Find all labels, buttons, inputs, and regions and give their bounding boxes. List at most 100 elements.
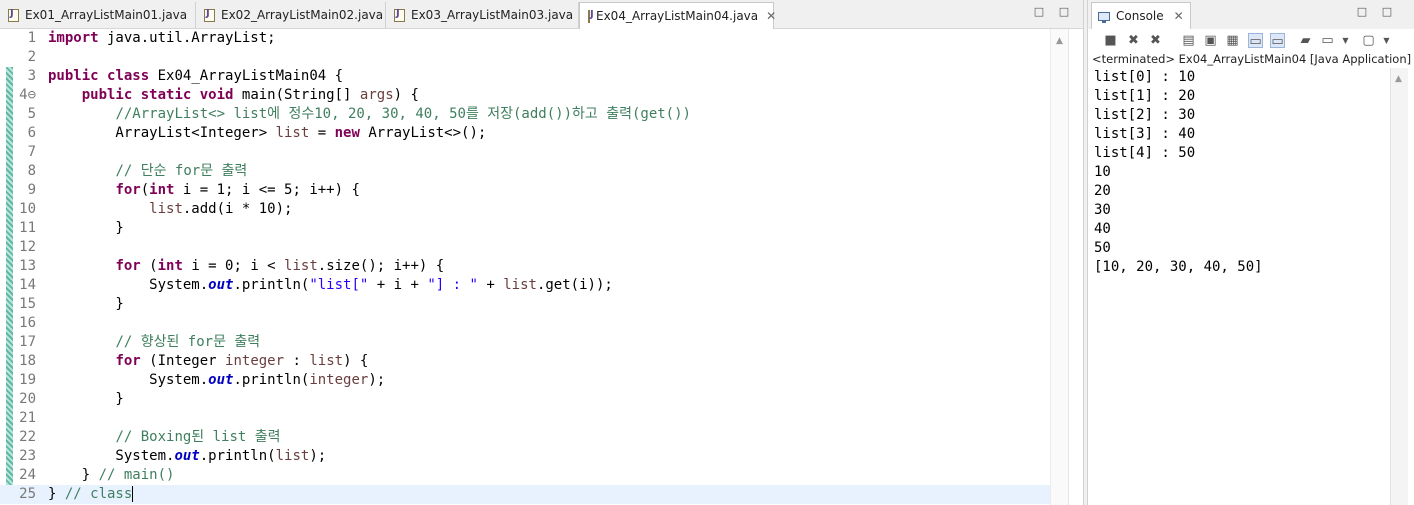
line-number: 2 [27, 49, 36, 65]
keyword: new [334, 125, 360, 141]
keyword: import [48, 30, 99, 46]
text-caret [132, 486, 134, 502]
code-text: (Integer [140, 353, 226, 369]
console-output[interactable]: list[0] : 10 list[1] : 20 list[2] : 30 l… [1094, 68, 1388, 277]
tab-label: Ex03_ArrayListMain03.java [411, 8, 574, 22]
output-line: 40 [1094, 221, 1111, 237]
display-console-icon[interactable]: ▭ [1320, 33, 1335, 48]
code-line: 21 [0, 409, 1050, 428]
line-number: 4⊖ [19, 87, 36, 103]
local-variable: list [503, 277, 537, 293]
keyword: public [48, 68, 99, 84]
open-console-icon[interactable]: ▢ [1361, 33, 1376, 48]
code-text: } [48, 467, 99, 483]
console-vertical-scrollbar[interactable]: ▲ [1390, 68, 1408, 505]
chevron-down-icon[interactable]: ▼ [1338, 33, 1353, 48]
scroll-lock-icon[interactable]: ▣ [1203, 33, 1218, 48]
keyword: int [149, 182, 175, 198]
maximize-icon[interactable]: □ [1058, 6, 1070, 18]
tab-ex04-active[interactable]: Ex04_ArrayListMain04.java ✕ [579, 2, 776, 29]
code-line: 11 } [0, 219, 1050, 238]
comment: // class [64, 486, 133, 502]
chevron-down-icon[interactable]: ▼ [1379, 33, 1394, 48]
console-icon [1098, 11, 1110, 23]
local-variable: list [275, 125, 310, 141]
code-line: 18 for (Integer integer : list) { [0, 352, 1050, 371]
tab-ex03[interactable]: Ex03_ArrayListMain03.java [386, 2, 579, 28]
code-text: System. [48, 372, 209, 388]
output-line: 50 [1094, 240, 1111, 256]
code-line: 24 } // main() [0, 466, 1050, 485]
code-area[interactable]: 1 import java.util.ArrayList; 2 3 public c… [0, 29, 1050, 504]
code-text: ) { [393, 87, 419, 103]
close-icon[interactable]: ✕ [766, 9, 776, 23]
tab-ex02[interactable]: Ex02_ArrayListMain02.java [196, 2, 386, 28]
code-text: java.util.ArrayList; [98, 30, 276, 46]
clear-console-icon[interactable]: ▤ [1181, 33, 1196, 48]
keyword: for [115, 258, 141, 274]
keyword: class [107, 68, 150, 84]
console-tab-bar: Console ✕ □ □ [1088, 0, 1414, 29]
code-text: System. [48, 277, 209, 293]
code-editor[interactable]: Ex01_ArrayListMain01.java Ex02_ArrayList… [0, 0, 1084, 505]
line-number: 14 [19, 277, 36, 293]
line-number: 25 [19, 486, 36, 502]
comment: // main() [98, 467, 175, 483]
code-text: .println( [233, 277, 310, 293]
console-tab-label: Console [1116, 9, 1164, 23]
tab-ex01[interactable]: Ex01_ArrayListMain01.java [0, 2, 196, 28]
line-number: 13 [19, 258, 36, 274]
output-line: list[0] : 10 [1094, 69, 1196, 85]
editor-vertical-scrollbar[interactable]: ▲ [1050, 29, 1069, 505]
scroll-up-icon[interactable]: ▲ [1395, 74, 1402, 84]
word-wrap-icon[interactable]: ▦ [1225, 33, 1240, 48]
code-text: = [309, 125, 335, 141]
line-number: 10 [19, 201, 36, 217]
maximize-icon[interactable]: □ [1381, 6, 1393, 18]
tab-label: Ex01_ArrayListMain01.java [25, 8, 188, 22]
terminate-icon[interactable]: ■ [1103, 33, 1118, 48]
code-line: 22 // Boxing된 list 출력 [0, 428, 1050, 447]
code-line: 9 for(int i = 1; i <= 5; i++) { [0, 181, 1050, 200]
remove-all-launches-icon[interactable]: ✖ [1148, 33, 1163, 48]
remove-launch-icon[interactable]: ✖ [1126, 33, 1141, 48]
output-line: [10, 20, 30, 40, 50] [1094, 259, 1263, 275]
scroll-up-icon[interactable]: ▲ [1056, 36, 1063, 46]
static-field: out [208, 372, 234, 388]
tab-label: Ex02_ArrayListMain02.java [221, 8, 384, 22]
local-variable: integer [225, 353, 285, 369]
current-code-line: 25} // class [0, 485, 1050, 504]
show-on-stderr-icon[interactable]: ▭ [1270, 33, 1285, 49]
code-text: } [48, 220, 124, 236]
code-line: 5 //ArrayList<> list에 정수10, 20, 30, 40, … [0, 105, 1050, 124]
string-literal: "] : " [427, 277, 478, 293]
code-line: 17 // 향상된 for문 출력 [0, 333, 1050, 352]
code-line: 14 System.out.println("list[" + i + "] :… [0, 276, 1050, 295]
console-view[interactable]: Console ✕ □ □ ■ ✖ ✖ ▤ ▣ ▦ ▭ ▭ ▰ ▭ ▼ ▢ ▼ … [1088, 0, 1414, 505]
code-text: .println( [233, 372, 310, 388]
show-on-stdout-icon[interactable]: ▭ [1248, 33, 1263, 49]
console-toolbar: ■ ✖ ✖ ▤ ▣ ▦ ▭ ▭ ▰ ▭ ▼ ▢ ▼ [1088, 29, 1414, 51]
line-number: 12 [19, 239, 36, 255]
overview-ruler[interactable] [1068, 29, 1084, 505]
minimize-icon[interactable]: □ [1356, 6, 1368, 18]
close-icon[interactable]: ✕ [1174, 9, 1184, 23]
output-line: list[3] : 40 [1094, 126, 1196, 142]
pin-console-icon[interactable]: ▰ [1298, 33, 1313, 48]
minimize-icon[interactable]: □ [1033, 6, 1045, 18]
output-line: 30 [1094, 202, 1111, 218]
java-file-icon [8, 8, 19, 22]
local-variable: list [309, 353, 344, 369]
editor-tab-bar: Ex01_ArrayListMain01.java Ex02_ArrayList… [0, 0, 1083, 29]
code-text: .size(); i++) { [317, 258, 445, 274]
tab-console[interactable]: Console ✕ [1091, 2, 1191, 29]
code-line: 6 ArrayList<Integer> list = new ArrayLis… [0, 124, 1050, 143]
output-line: 20 [1094, 183, 1111, 199]
line-number: 23 [19, 448, 36, 464]
